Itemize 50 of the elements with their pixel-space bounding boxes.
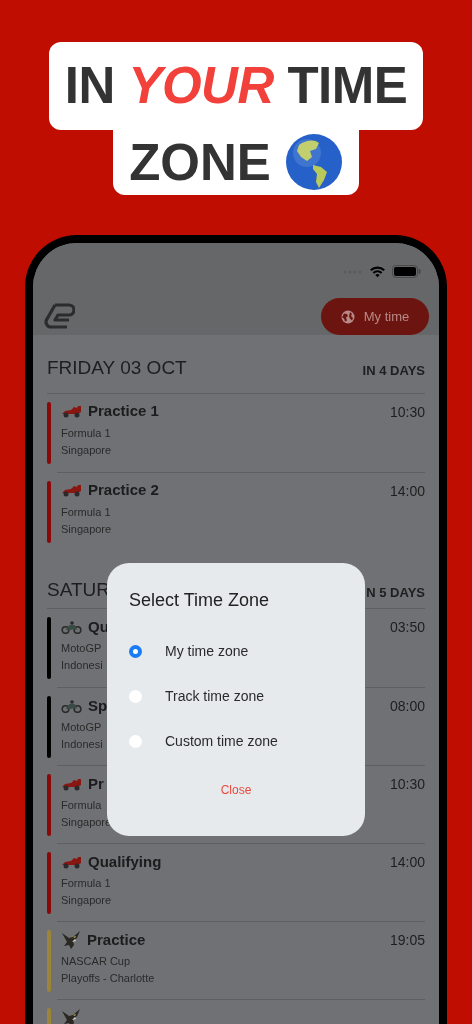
event-title: Qualifying (88, 851, 162, 872)
series-name: Formula 1 (61, 876, 111, 891)
battery-icon (392, 265, 421, 278)
event-time: 19:05 (389, 931, 425, 950)
dialog-title: Select Time Zone (129, 589, 271, 612)
radio-button[interactable] (129, 644, 142, 658)
series-name: Formula 1 (61, 504, 111, 520)
location-name: Singapore (61, 815, 112, 830)
race-car-icon (61, 405, 82, 418)
race-car-icon (61, 777, 82, 791)
motorbike-icon (61, 620, 82, 634)
countdown-label: N 5 DAYS (366, 583, 425, 602)
eagle-icon (61, 1008, 81, 1024)
day-heading: FRIDAY 03 OCT (47, 356, 187, 380)
series-name: MotoGP (61, 720, 102, 735)
event-time: 14:00 (389, 481, 425, 501)
my-time-button[interactable]: My time (321, 298, 429, 335)
headline-line: ZONE (129, 136, 271, 188)
series-name: MotoGP (61, 641, 102, 656)
series-name: Formula (61, 798, 102, 813)
globe-icon (340, 309, 355, 324)
location-name: Indonesi (61, 737, 103, 752)
event-title: Practice (87, 929, 146, 950)
location-name: Singapore (61, 893, 112, 908)
radio-button[interactable] (129, 689, 142, 703)
event-time: 08:00 (389, 697, 425, 716)
race-car-icon (61, 484, 82, 497)
event-time: 10:30 (389, 402, 425, 422)
radio-button[interactable] (129, 734, 142, 748)
series-name: NASCAR Cup (61, 954, 131, 969)
series-name: Formula 1 (61, 425, 111, 441)
event-title: Pr (88, 773, 104, 794)
location-name: Singapore (61, 521, 112, 537)
eagle-icon (61, 930, 81, 950)
location-name: Singapore (61, 442, 112, 458)
event-title: Sp (88, 695, 108, 716)
event-time: 03:50 (389, 618, 425, 637)
event-title: Practice 2 (88, 480, 159, 501)
event-title: Practice 1 (88, 401, 159, 422)
event-time: 14:00 (389, 853, 425, 872)
wifi-icon (369, 265, 386, 278)
motorbike-icon (61, 699, 82, 713)
countdown-label: IN 4 DAYS (362, 362, 425, 380)
globe-icon (284, 133, 343, 191)
day-heading: SATUR (47, 577, 110, 602)
race-car-icon (61, 855, 82, 869)
location-name: Indonesi (61, 658, 103, 673)
logo-icon (43, 302, 75, 331)
location-name: Playoffs - Charlotte (61, 971, 155, 986)
event-time: 10:30 (389, 775, 425, 794)
